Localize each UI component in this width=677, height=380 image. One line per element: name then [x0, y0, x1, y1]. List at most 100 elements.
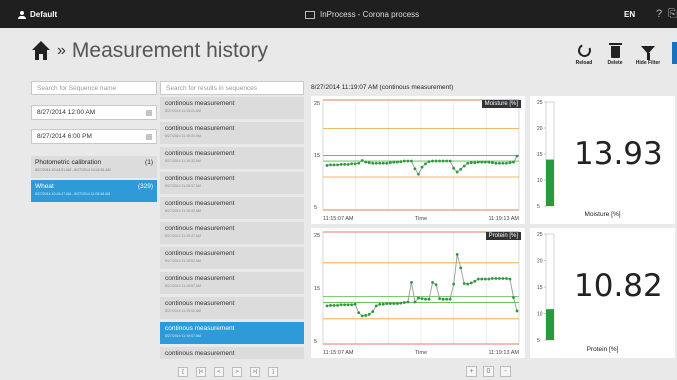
- edge-accent: [672, 42, 677, 64]
- data-point: [462, 164, 466, 168]
- data-point: [473, 279, 477, 283]
- protein-value-card: 25 20 15 10 5 10.82 Protein [%]: [530, 228, 675, 358]
- x-axis-label: Time: [415, 350, 427, 356]
- data-point: [434, 283, 438, 287]
- pagination: [ |< < > >| ]: [178, 367, 278, 377]
- data-point: [515, 309, 519, 313]
- protein-line-chart: 25 15 5 11:15:07 AM 11:19:13 AM Time Protein …: [311, 228, 525, 358]
- list-item[interactable]: continous measurement 8/27/2014 11:19:37 …: [160, 172, 304, 194]
- data-point: [325, 304, 329, 308]
- list-item[interactable]: continous measurement 8/27/2014 11:19:02 …: [160, 297, 304, 319]
- moisture-value-card: 25 20 15 10 5 13.93 Moisture [%]: [530, 96, 675, 224]
- page-prev-button[interactable]: <: [214, 367, 224, 377]
- data-point: [399, 301, 403, 305]
- list-item[interactable]: continous measurement 8/27/2014 11:19:57 …: [160, 272, 304, 294]
- breadcrumb-separator: »: [57, 42, 66, 59]
- page-last-bracket-button[interactable]: ]: [268, 367, 278, 377]
- gauge-tick-label: 5: [537, 338, 540, 344]
- date-to-field[interactable]: 8/27/2014 6:00 PM: [31, 129, 157, 144]
- data-point: [490, 161, 494, 165]
- page-title: Measurement history: [71, 39, 268, 62]
- calendar-icon[interactable]: [146, 134, 152, 139]
- page-first-bracket-button[interactable]: [: [178, 367, 188, 377]
- data-point: [452, 282, 456, 286]
- monitor-icon: [305, 10, 315, 19]
- protein-chart-title: Protein [%]: [485, 232, 521, 240]
- gauge-tick-label: 20: [537, 126, 543, 132]
- list-item[interactable]: continous measurement 8/27/2014 11:19:31 …: [160, 122, 304, 144]
- gauge-tick-label: 25: [537, 232, 543, 238]
- date-from-value: 8/27/2014 12:00 AM: [37, 109, 96, 116]
- data-point: [385, 302, 389, 306]
- data-point: [501, 161, 505, 165]
- data-point: [403, 159, 406, 163]
- data-point: [480, 277, 484, 281]
- data-point: [441, 297, 445, 301]
- trash-icon: [608, 42, 622, 58]
- y-tick-label: 15: [314, 286, 320, 292]
- results-search-input[interactable]: Search for results in sequences: [160, 81, 304, 95]
- data-point: [483, 160, 487, 164]
- data-point: [417, 172, 420, 176]
- sequence-search-input[interactable]: Search for Sequence name: [31, 81, 157, 95]
- filter-item-name: Wheat: [35, 183, 54, 190]
- data-point: [469, 281, 473, 285]
- gauge-tick-label: 20: [537, 259, 543, 265]
- date-from-field[interactable]: 8/27/2014 12:00 AM: [31, 105, 157, 120]
- data-point: [385, 161, 389, 165]
- data-point: [367, 312, 371, 316]
- data-point: [438, 159, 441, 163]
- delete-button[interactable]: Delete: [597, 40, 633, 66]
- moisture-gauge-svg: 25 20 15 10 5: [537, 100, 555, 210]
- gauge-tick-label: 15: [537, 285, 543, 291]
- language-selector[interactable]: EN: [624, 10, 635, 19]
- data-point: [505, 277, 508, 280]
- data-point: [448, 297, 452, 301]
- page-next-button[interactable]: >: [232, 367, 242, 377]
- data-point: [399, 160, 403, 163]
- data-point: [381, 302, 385, 306]
- zoom-reset-button[interactable]: 0: [483, 366, 494, 377]
- data-point: [466, 282, 470, 286]
- data-point: [427, 160, 431, 163]
- data-point: [459, 266, 463, 270]
- data-point: [343, 162, 346, 166]
- top-bar: Default InProcess - Corona process EN ? …: [0, 0, 677, 28]
- zoom-in-button[interactable]: +: [466, 366, 477, 377]
- x-axis-label: Time: [415, 216, 427, 222]
- external-link-icon[interactable]: ⎘: [668, 8, 677, 21]
- y-tick-label: 5: [314, 205, 317, 211]
- app-title-text: InProcess - Corona process: [320, 10, 420, 19]
- list-item[interactable]: continous measurement 8/27/2014 11:19:52 …: [160, 247, 304, 269]
- help-icon[interactable]: ?: [656, 8, 662, 20]
- data-point: [417, 296, 420, 300]
- list-item-selected[interactable]: continous measurement 8/27/2014 11:19:07 …: [160, 322, 304, 344]
- data-point: [343, 303, 346, 307]
- data-point: [371, 310, 375, 313]
- data-point: [329, 163, 332, 167]
- x-tick-label: 11:15:07 AM: [323, 350, 354, 356]
- list-item[interactable]: continous measurement 8/27/2014 11:19:21 …: [160, 97, 304, 119]
- list-item[interactable]: continous measurement 8/27/2014 11:19:32 …: [160, 147, 304, 169]
- user-menu[interactable]: Default: [18, 10, 57, 19]
- zoom-out-button[interactable]: -: [500, 366, 511, 377]
- data-point: [364, 314, 368, 317]
- list-item[interactable]: continous measurement 8/27/2014 11:19:47 …: [160, 222, 304, 244]
- page-last-button[interactable]: >|: [250, 367, 260, 377]
- date-to-value: 8/27/2014 6:00 PM: [37, 133, 92, 140]
- data-point: [374, 161, 378, 165]
- calendar-icon[interactable]: [146, 110, 152, 115]
- hide-filter-button[interactable]: Hide Filter: [630, 40, 666, 66]
- data-point: [445, 159, 449, 163]
- filter-item-photometric[interactable]: Photometric calibration (1) 8/27/2014 10:…: [31, 156, 157, 178]
- page-first-button[interactable]: |<: [196, 367, 206, 377]
- gauge-tick-label: 25: [537, 100, 543, 106]
- filter-item-name: Photometric calibration: [35, 159, 102, 166]
- data-point: [367, 161, 371, 165]
- zoom-controls: + 0 -: [466, 366, 511, 377]
- list-item[interactable]: continous measurement 8/27/2014 11:19:42 …: [160, 197, 304, 219]
- filter-item-wheat[interactable]: Wheat (329) 8/27/2014 10:45:47 AM - 8/27/…: [31, 180, 157, 202]
- home-icon[interactable]: [31, 41, 51, 61]
- list-item[interactable]: continous measurement: [160, 347, 304, 359]
- data-point: [395, 302, 399, 306]
